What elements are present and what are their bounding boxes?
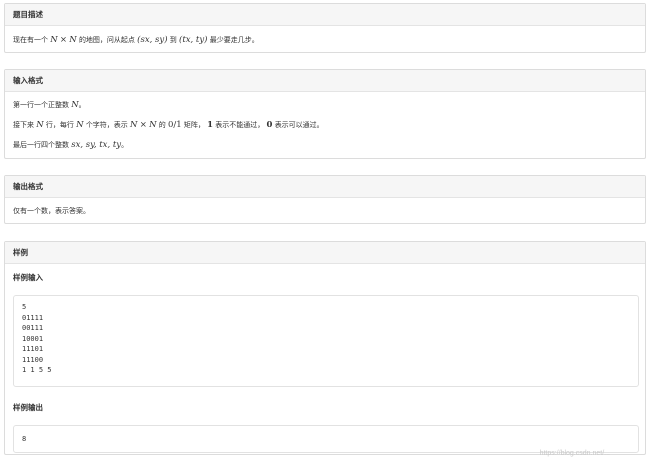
output-format-title: 输出格式	[5, 176, 645, 198]
description-title: 题目描述	[5, 4, 645, 26]
sample-output-title: 样例输出	[13, 403, 43, 412]
output-format-panel: 输出格式 仅有一个数，表示答案。	[4, 175, 646, 224]
description-text: 现在有一个 N × N 的地图，问从起点 (sx, sy) 到 (tx, ty)…	[13, 35, 259, 45]
code-line: 11101	[22, 345, 44, 353]
description-panel: 题目描述 现在有一个 N × N 的地图，问从起点 (sx, sy) 到 (tx…	[4, 3, 646, 53]
code-line: 01111	[22, 313, 44, 322]
code-line: 11100	[22, 355, 44, 364]
code-line: 10001	[22, 334, 44, 343]
sample-panel: 样例 样例输入 5 01111 00111 10001 11101 11100 …	[4, 241, 646, 455]
input-format-panel: 输入格式 第一行一个正整数 N。 接下来 N 行，每行 N 个字符，表示 N ×…	[4, 69, 646, 159]
code-line: 00111	[22, 324, 44, 332]
code-line: 1 1 5 5	[22, 366, 52, 374]
code-line: 5	[22, 303, 27, 311]
sample-input-title: 样例输入	[13, 273, 43, 282]
input-format-line-2: 接下来 N 行，每行 N 个字符，表示 N × N 的 0/1 矩阵， 1 表示…	[13, 120, 324, 130]
sample-input-box[interactable]: 5 01111 00111 10001 11101 11100 1 1 5 5	[13, 295, 639, 387]
input-format-title: 输入格式	[5, 70, 645, 92]
code-line: 8	[22, 435, 27, 443]
sample-output-box[interactable]: 8	[13, 425, 639, 453]
output-format-text: 仅有一个数，表示答案。	[13, 207, 90, 215]
input-format-line-3: 最后一行四个整数 sx, sy, tx, ty。	[13, 140, 129, 150]
watermark: https://blog.csdn.net/...	[539, 450, 610, 457]
sample-title: 样例	[5, 242, 645, 264]
input-format-line-1: 第一行一个正整数 N。	[13, 100, 86, 110]
